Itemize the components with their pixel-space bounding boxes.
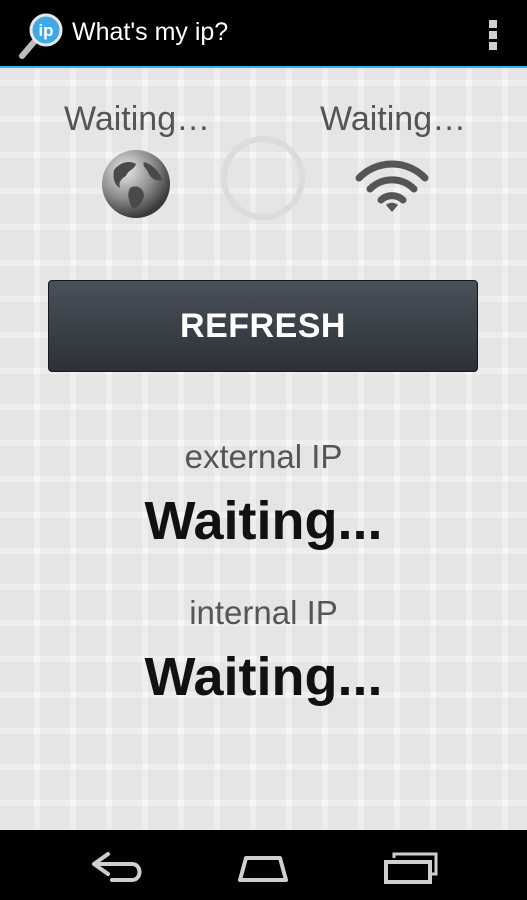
external-ip-value: Waiting... [144,491,383,551]
refresh-button[interactable]: REFRESH [48,280,478,372]
internal-ip-value: Waiting... [144,647,383,707]
svg-text:ip: ip [38,21,53,40]
home-icon[interactable] [228,846,298,886]
external-ip-label: external IP [184,438,343,475]
external-status-text: Waiting… [64,100,211,138]
navigation-bar [0,830,527,900]
recent-apps-icon[interactable] [376,846,446,886]
wifi-icon [355,160,429,212]
ip-magnifier-icon[interactable]: ip [18,12,66,60]
loading-spinner-icon [221,136,305,220]
back-icon[interactable] [82,846,152,886]
action-bar: ip What's my ip? [0,0,527,68]
internal-ip-label: internal IP [189,594,338,631]
wifi-status-text: Waiting… [320,100,467,138]
globe-icon [102,150,170,218]
overflow-menu-icon[interactable] [489,20,499,50]
app-title: What's my ip? [72,18,229,46]
